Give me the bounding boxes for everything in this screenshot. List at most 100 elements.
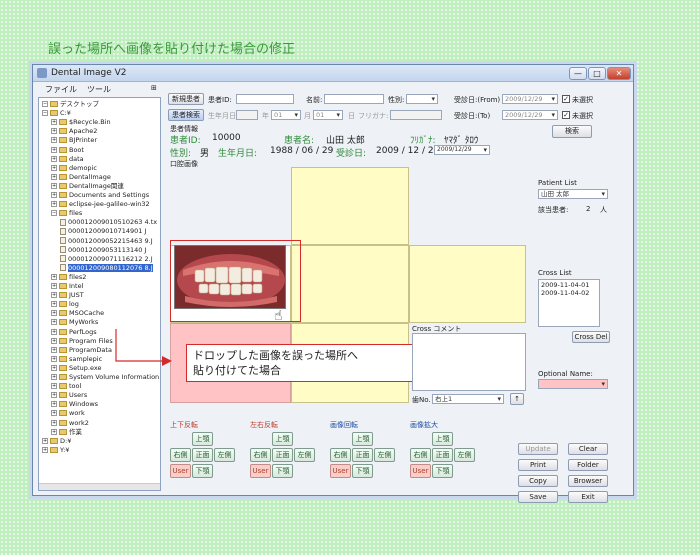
upper-jaw-button[interactable]: 上顎: [192, 432, 213, 446]
collapse-icon[interactable]: −: [42, 101, 48, 107]
birth-year-input[interactable]: [236, 110, 258, 120]
expand-icon[interactable]: +: [51, 383, 57, 390]
cross-del-button[interactable]: Cross Del: [572, 331, 610, 343]
expand-icon[interactable]: +: [51, 182, 57, 189]
front-button[interactable]: 正面: [432, 448, 453, 462]
tree-folder-item[interactable]: + BJPrinter: [51, 136, 97, 145]
front-button[interactable]: 正面: [352, 448, 373, 462]
collapse-icon[interactable]: −: [42, 110, 48, 117]
visit-to-unselected-checkbox[interactable]: ✓: [562, 111, 570, 119]
expand-icon[interactable]: +: [51, 328, 57, 335]
menu-tools[interactable]: ツール: [87, 84, 111, 95]
front-button[interactable]: 正面: [272, 448, 293, 462]
left-side-button[interactable]: 左側: [294, 448, 315, 462]
expand-icon[interactable]: +: [51, 392, 57, 399]
tree-folder-item[interactable]: + Y:¥: [42, 446, 69, 455]
left-side-button[interactable]: 左側: [214, 448, 235, 462]
tree-file-item[interactable]: 000012009071116212 2.J: [60, 255, 153, 264]
expand-icon[interactable]: +: [51, 428, 57, 435]
optional-name-select[interactable]: [538, 379, 608, 389]
visit-date-select[interactable]: 2009/12/29: [434, 145, 490, 155]
tree-folder-item[interactable]: + Setup.exe: [51, 364, 102, 373]
expand-icon[interactable]: +: [51, 346, 57, 353]
right-side-button[interactable]: 右側: [330, 448, 351, 462]
furigana-input[interactable]: [390, 110, 442, 120]
tree-file-item[interactable]: 000012009010510263 4.tx: [60, 218, 157, 227]
tree-folder-item[interactable]: + ProgramData: [51, 346, 112, 355]
save-button[interactable]: Save: [518, 491, 558, 503]
image-slot-left[interactable]: [409, 245, 526, 323]
tree-folder-item[interactable]: + $Recycle.Bin: [51, 118, 111, 127]
tree-folder-item[interactable]: + demopic: [51, 164, 97, 173]
user-button[interactable]: User: [170, 464, 191, 478]
update-button[interactable]: Update: [518, 443, 558, 455]
tree-folder-item[interactable]: + DentalImage関連: [51, 182, 124, 191]
minimize-button[interactable]: —: [569, 67, 587, 80]
exit-button[interactable]: Exit: [568, 491, 608, 503]
expand-icon[interactable]: +: [51, 192, 57, 198]
tree-folder-item[interactable]: + samplepic: [51, 355, 102, 364]
sex-select[interactable]: [406, 94, 438, 104]
tree-folder-item[interactable]: + MyWorks: [51, 318, 98, 327]
expand-icon[interactable]: +: [51, 374, 57, 380]
upper-jaw-button[interactable]: 上顎: [352, 432, 373, 446]
tree-folder-item[interactable]: − files: [51, 209, 82, 218]
expand-icon[interactable]: +: [51, 128, 57, 135]
tree-file-item[interactable]: 000012009052215463 9.J: [60, 237, 153, 246]
expand-icon[interactable]: +: [51, 319, 57, 326]
lower-jaw-button[interactable]: 下顎: [352, 464, 373, 478]
patient-id-input[interactable]: [236, 94, 294, 104]
expand-icon[interactable]: +: [51, 301, 57, 308]
expand-icon[interactable]: +: [51, 355, 57, 362]
tree-folder-item[interactable]: + 作業: [51, 428, 82, 437]
tree-folder-item[interactable]: + Users: [51, 391, 87, 400]
patient-list-select[interactable]: 山田 太郎: [538, 189, 608, 199]
expand-icon[interactable]: +: [51, 337, 57, 344]
menu-file[interactable]: ファイル: [45, 84, 77, 95]
expand-icon[interactable]: +: [51, 419, 57, 426]
right-side-button[interactable]: 右側: [410, 448, 431, 462]
expand-icon[interactable]: +: [51, 410, 57, 417]
expand-icon[interactable]: +: [51, 273, 57, 280]
tree-folder-item[interactable]: + files2: [51, 273, 86, 282]
new-patient-button[interactable]: 新規患者: [168, 93, 204, 105]
upper-jaw-button[interactable]: 上顎: [272, 432, 293, 446]
front-button[interactable]: 正面: [192, 448, 213, 462]
tree-folder-item[interactable]: + eclipse-jee-galileo-win32: [51, 200, 150, 209]
image-slot-upper[interactable]: [291, 167, 409, 245]
lower-jaw-button[interactable]: 下顎: [192, 464, 213, 478]
right-side-button[interactable]: 右側: [170, 448, 191, 462]
right-side-button[interactable]: 右側: [250, 448, 271, 462]
expand-icon[interactable]: +: [51, 283, 57, 289]
tree-folder-item[interactable]: + JUST: [51, 291, 84, 300]
lower-jaw-button[interactable]: 下顎: [432, 464, 453, 478]
user-button[interactable]: User: [330, 464, 351, 478]
tree-folder-item[interactable]: + Documents and Settings: [51, 191, 149, 200]
tree-folder-item[interactable]: + data: [51, 155, 84, 164]
tree-folder-item[interactable]: + D:¥: [42, 437, 71, 446]
expand-icon[interactable]: +: [51, 310, 57, 317]
left-side-button[interactable]: 左側: [454, 448, 475, 462]
browser-button[interactable]: Browser: [568, 475, 608, 487]
tree-folder-item[interactable]: − C:¥: [42, 109, 71, 118]
birth-year-select[interactable]: 01: [271, 110, 301, 120]
tree-folder-item[interactable]: + MSOCache: [51, 309, 104, 318]
expand-icon[interactable]: +: [51, 137, 57, 144]
expand-icon[interactable]: +: [51, 292, 57, 299]
close-button[interactable]: ✕: [607, 67, 631, 80]
pin-icon[interactable]: ⊞: [151, 84, 157, 92]
print-button[interactable]: Print: [518, 459, 558, 471]
name-input[interactable]: [324, 94, 384, 104]
collapse-icon[interactable]: −: [51, 210, 57, 217]
left-side-button[interactable]: 左側: [374, 448, 395, 462]
tree-folder-item[interactable]: − デスクトップ: [42, 100, 99, 109]
tree-file-item[interactable]: 000012009053113140 J: [60, 246, 146, 255]
search-button[interactable]: 検索: [552, 125, 592, 138]
birth-month-select[interactable]: 01: [313, 110, 343, 120]
clear-button[interactable]: Clear: [568, 443, 608, 455]
tree-folder-item[interactable]: + Program Files: [51, 337, 113, 346]
visit-from-unselected-checkbox[interactable]: ✓: [562, 95, 570, 103]
user-button[interactable]: User: [250, 464, 271, 478]
maximize-button[interactable]: □: [588, 67, 606, 80]
expand-icon[interactable]: +: [51, 119, 57, 126]
